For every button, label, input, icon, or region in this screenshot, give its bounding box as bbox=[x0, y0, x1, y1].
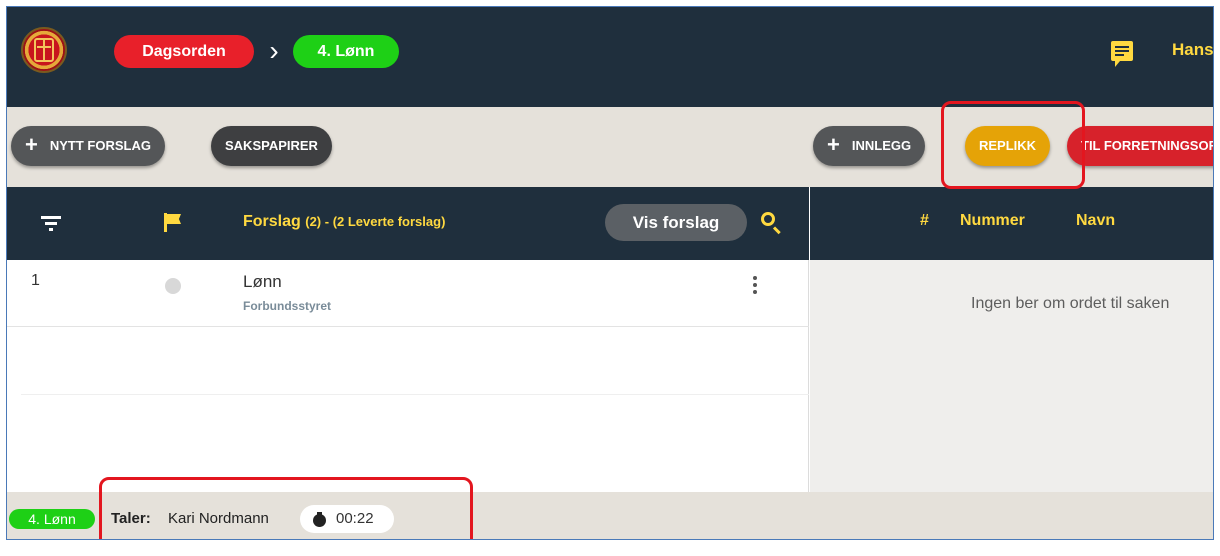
proposal-number: 1 bbox=[31, 272, 40, 289]
scales-icon bbox=[34, 38, 54, 62]
proposals-header: Forslag (2) - (2 Leverte forslag) Vis fo… bbox=[7, 187, 809, 260]
breadcrumb-agenda[interactable]: Dagsorden bbox=[114, 35, 254, 68]
column-index: # bbox=[920, 212, 929, 229]
breadcrumb-current-item[interactable]: 4. Lønn bbox=[293, 35, 399, 68]
plus-icon: + bbox=[827, 132, 840, 157]
filter-icon[interactable] bbox=[41, 216, 61, 231]
speakers-header: # Nummer Navn bbox=[810, 187, 1213, 260]
proposals-count: (2) - (2 Leverte forslag) bbox=[305, 214, 446, 229]
highlight-speaker bbox=[99, 477, 473, 539]
user-name[interactable]: Hans bbox=[1172, 40, 1213, 60]
top-bar: Dagsorden › 4. Lønn Hans bbox=[7, 7, 1213, 107]
show-proposals-button[interactable]: Vis forslag bbox=[605, 204, 747, 241]
proposal-title: Lønn bbox=[243, 272, 282, 291]
plus-icon: + bbox=[25, 132, 38, 157]
proposal-submitter: Forbundsstyret bbox=[243, 299, 332, 313]
proposals-list: 1 Lønn Forbundsstyret bbox=[7, 260, 809, 492]
flag-icon[interactable] bbox=[164, 213, 182, 232]
column-number: Nummer bbox=[960, 212, 1025, 229]
case-papers-button[interactable]: SAKSPAPIRER bbox=[211, 126, 332, 166]
proposals-title: Forslag (2) - (2 Leverte forslag) bbox=[243, 213, 445, 231]
new-proposal-button[interactable]: + NYTT FORSLAG bbox=[11, 126, 165, 166]
new-proposal-label: NYTT FORSLAG bbox=[49, 138, 151, 153]
column-name: Navn bbox=[1076, 212, 1116, 229]
empty-message: Ingen ber om ordet til saken bbox=[971, 295, 1170, 312]
more-vert-icon[interactable] bbox=[753, 276, 757, 296]
chevron-right-icon: › bbox=[269, 35, 279, 66]
point-of-order-button[interactable]: TIL FORRETNINGSORDEN bbox=[1067, 126, 1213, 166]
proposals-title-text: Forslag bbox=[243, 213, 301, 230]
current-item-badge: 4. Lønn bbox=[9, 509, 95, 529]
entry-button[interactable]: + INNLEGG bbox=[813, 126, 926, 166]
status-dot bbox=[165, 278, 181, 294]
list-item[interactable]: 1 Lønn Forbundsstyret bbox=[7, 260, 809, 327]
speakers-list: Ingen ber om ordet til saken bbox=[810, 260, 1213, 492]
app-window: Dagsorden › 4. Lønn Hans + NYTT FORSLAG S… bbox=[6, 6, 1214, 540]
chat-icon[interactable] bbox=[1111, 41, 1133, 67]
search-icon[interactable] bbox=[759, 210, 783, 235]
entry-label: INNLEGG bbox=[851, 138, 912, 153]
divider bbox=[21, 394, 809, 395]
organization-logo[interactable] bbox=[21, 27, 67, 73]
highlight-reply bbox=[941, 101, 1085, 189]
